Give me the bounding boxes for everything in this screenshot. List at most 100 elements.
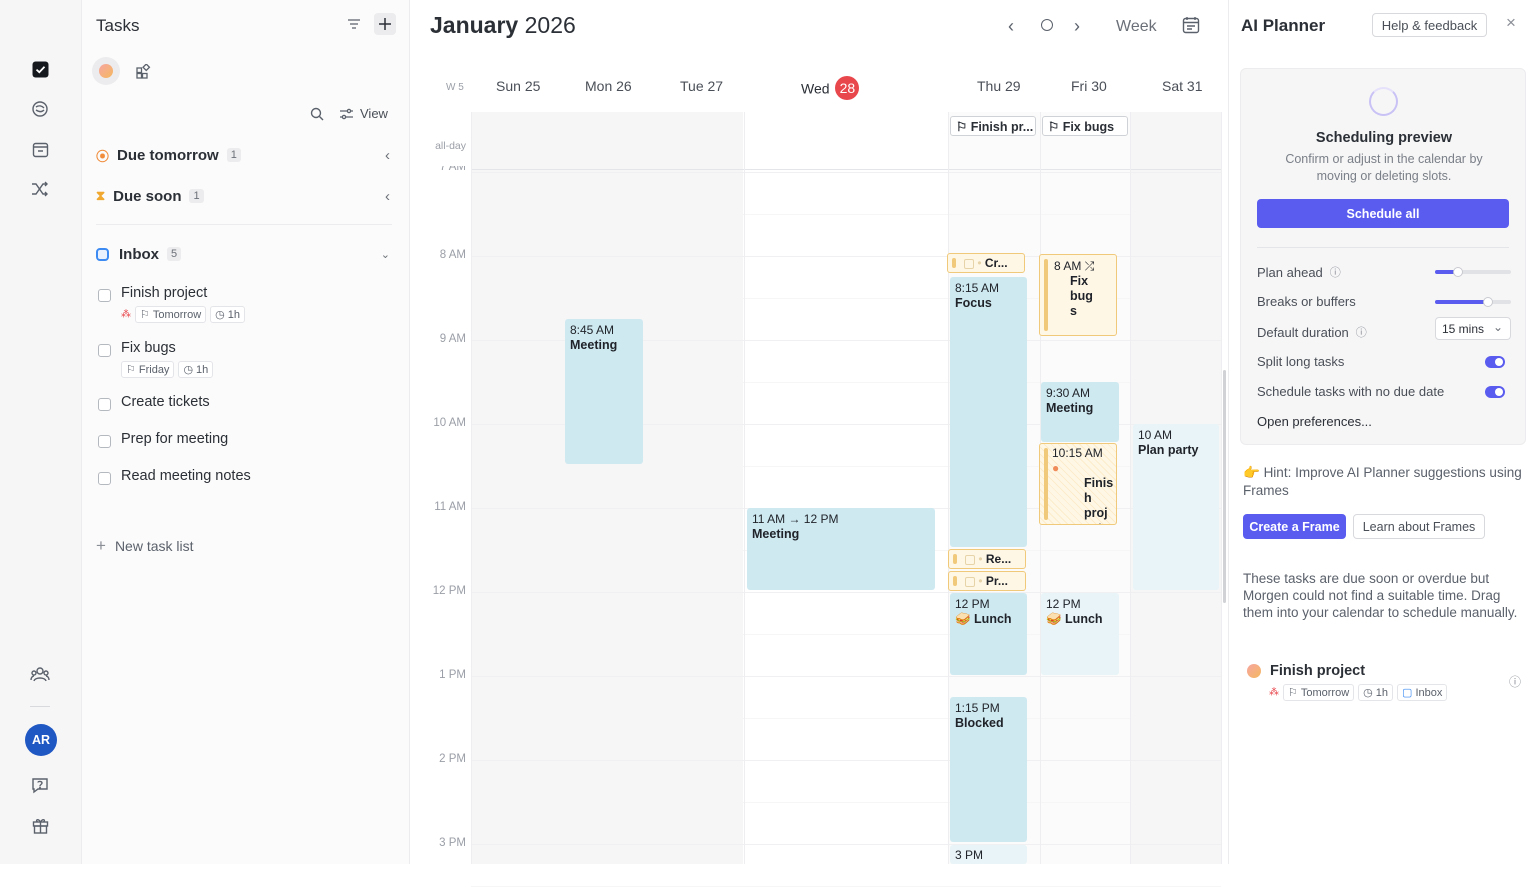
search-icon[interactable] — [310, 107, 324, 126]
close-icon[interactable]: × — [1506, 13, 1516, 33]
help-icon[interactable] — [29, 774, 51, 796]
due-chip[interactable]: ⚐ Tomorrow — [1283, 684, 1355, 701]
section-inbox[interactable]: Inbox 5 ⌄ — [96, 242, 396, 266]
task-checkbox[interactable] — [964, 258, 974, 269]
allday-event[interactable]: ⚐ Finish pr... — [950, 116, 1036, 136]
allday-event[interactable]: ⚐ Fix bugs — [1042, 116, 1128, 136]
add-task-button[interactable] — [374, 13, 396, 35]
avatar[interactable]: AR — [25, 724, 57, 756]
info-icon[interactable]: ⓘ — [1330, 264, 1341, 280]
prev-week-button[interactable]: ‹ — [1008, 16, 1014, 37]
no-due-date-toggle[interactable] — [1485, 385, 1505, 398]
slider-knob[interactable] — [1453, 267, 1463, 277]
section-due-soon[interactable]: ⧗ Due soon 1 ‹ — [96, 184, 396, 208]
scheduled-task-slot[interactable]: • Re... — [948, 549, 1026, 569]
breaks-slider[interactable] — [1435, 296, 1511, 307]
source-filter-button[interactable] — [92, 57, 120, 85]
breaks-row: Breaks or buffers — [1257, 294, 1511, 309]
day-header[interactable]: Wed 28 — [801, 76, 860, 102]
task-checkbox[interactable] — [98, 435, 111, 448]
duration-select[interactable]: 15 mins ⌄ — [1435, 317, 1511, 340]
chevron-down-icon[interactable]: ⌄ — [381, 248, 390, 261]
task-checkbox[interactable] — [98, 472, 111, 485]
today-button[interactable] — [1041, 19, 1053, 31]
tasks-icon[interactable] — [29, 58, 51, 80]
slider-knob[interactable] — [1483, 296, 1493, 307]
chevron-left-icon[interactable]: ‹ — [385, 147, 390, 164]
event-meeting[interactable]: 9:30 AM Meeting — [1041, 382, 1119, 442]
section-count: 1 — [189, 189, 204, 203]
day-header[interactable]: Thu 29 — [977, 78, 1021, 94]
create-frame-button[interactable]: Create a Frame — [1243, 514, 1346, 539]
help-feedback-button[interactable]: Help & feedback — [1372, 13, 1487, 37]
event-3pm[interactable]: 3 PM — [950, 845, 1027, 864]
duration-chip[interactable]: ◷ 1h — [1358, 684, 1394, 701]
plan-ahead-slider[interactable] — [1435, 267, 1511, 277]
scheduled-task-fix-bugs[interactable]: 8 AM ⤮ Fix bug s — [1039, 254, 1117, 336]
task-checkbox[interactable] — [98, 344, 111, 357]
event-lunch[interactable]: 12 PM 🥪 Lunch — [1041, 593, 1119, 675]
apps-icon[interactable] — [136, 63, 151, 84]
plus-icon: + — [96, 536, 106, 555]
task-item[interactable]: Prep for meeting — [96, 431, 386, 451]
task-checkbox[interactable] — [965, 554, 975, 565]
duration-chip[interactable]: ◷ 1h — [210, 306, 246, 323]
event-blocked[interactable]: 1:15 PM Blocked — [950, 697, 1027, 842]
team-icon[interactable] — [29, 663, 51, 685]
duration-chip[interactable]: ◷ 1h — [178, 361, 214, 378]
day-header[interactable]: Sat 31 — [1162, 78, 1202, 94]
event-lunch[interactable]: 12 PM 🥪 Lunch — [950, 593, 1027, 675]
new-task-list-button[interactable]: + New task list — [96, 536, 194, 556]
mini-calendar-icon[interactable] — [1182, 16, 1200, 39]
day-header[interactable]: Fri 30 — [1071, 78, 1107, 94]
view-button[interactable]: View — [339, 106, 388, 121]
scheduled-task-slot[interactable]: • Pr... — [948, 571, 1026, 591]
info-icon[interactable]: ⓘ — [1356, 324, 1367, 340]
task-item[interactable]: Finish project ⁂ ⚐ Tomorrow ◷ 1h — [96, 285, 386, 325]
scheduled-task-slot[interactable]: • Cr... — [947, 253, 1025, 273]
list-chip[interactable]: ▢ Inbox — [1397, 684, 1448, 701]
event-focus[interactable]: 8:15 AM Focus — [950, 277, 1027, 547]
task-name: Prep for meeting — [121, 431, 229, 447]
duration-value: 15 mins — [1442, 322, 1485, 336]
split-tasks-toggle[interactable] — [1485, 355, 1505, 368]
day-header[interactable]: Sun 25 — [496, 78, 540, 94]
info-icon[interactable]: ⓘ — [1509, 673, 1521, 690]
next-week-button[interactable]: › — [1074, 16, 1080, 37]
shuffle-icon[interactable] — [29, 178, 51, 200]
schedule-all-button[interactable]: Schedule all — [1257, 199, 1509, 228]
filter-icon[interactable] — [347, 17, 361, 35]
calendar-icon[interactable] — [29, 138, 51, 160]
task-checkbox[interactable] — [98, 398, 111, 411]
task-item[interactable]: Fix bugs ⚐ Friday ◷ 1h — [96, 340, 386, 380]
integrations-icon[interactable] — [29, 98, 51, 120]
event-plan-party[interactable]: 10 AM Plan party — [1133, 424, 1219, 590]
event-title-line: s — [1070, 304, 1077, 318]
due-chip[interactable]: ⚐ Tomorrow — [135, 306, 207, 323]
event-time: 11 AM → 12 PM — [752, 512, 839, 526]
gift-icon[interactable] — [29, 814, 51, 836]
chevron-left-icon[interactable]: ‹ — [385, 188, 390, 205]
setting-label: Schedule tasks with no due date — [1257, 384, 1445, 399]
day-header[interactable]: Mon 26 — [585, 78, 632, 94]
day-name: Sun — [496, 78, 521, 94]
unscheduled-task[interactable]: Finish project ⁂ ⚐ Tomorrow ◷ 1h ▢ Inbox ⓘ — [1243, 662, 1528, 704]
scheduled-task-finish-project[interactable]: 10:15 AM ● Finishproject — [1039, 443, 1117, 525]
learn-frames-button[interactable]: Learn about Frames — [1353, 514, 1485, 539]
calendar-scrollbar[interactable] — [1223, 370, 1226, 603]
open-preferences-link[interactable]: Open preferences... — [1257, 414, 1511, 429]
spinner-icon — [1369, 87, 1398, 116]
task-bar — [1044, 259, 1048, 331]
list-label: Inbox — [1415, 686, 1443, 699]
task-checkbox[interactable] — [98, 289, 111, 302]
task-item[interactable]: Create tickets — [96, 394, 386, 414]
hour-label: 10 AM — [433, 417, 466, 429]
view-selector[interactable]: Week — [1116, 18, 1157, 36]
task-item[interactable]: Read meeting notes — [96, 468, 386, 488]
section-due-tomorrow[interactable]: ⦿ Due tomorrow 1 ‹ — [96, 143, 396, 167]
event-meeting[interactable]: 11 AM → 12 PM Meeting — [747, 508, 935, 590]
event-meeting[interactable]: 8:45 AM Meeting — [565, 319, 643, 464]
due-chip[interactable]: ⚐ Friday — [121, 361, 175, 378]
day-header[interactable]: Tue 27 — [680, 78, 723, 94]
task-checkbox[interactable] — [965, 576, 975, 587]
